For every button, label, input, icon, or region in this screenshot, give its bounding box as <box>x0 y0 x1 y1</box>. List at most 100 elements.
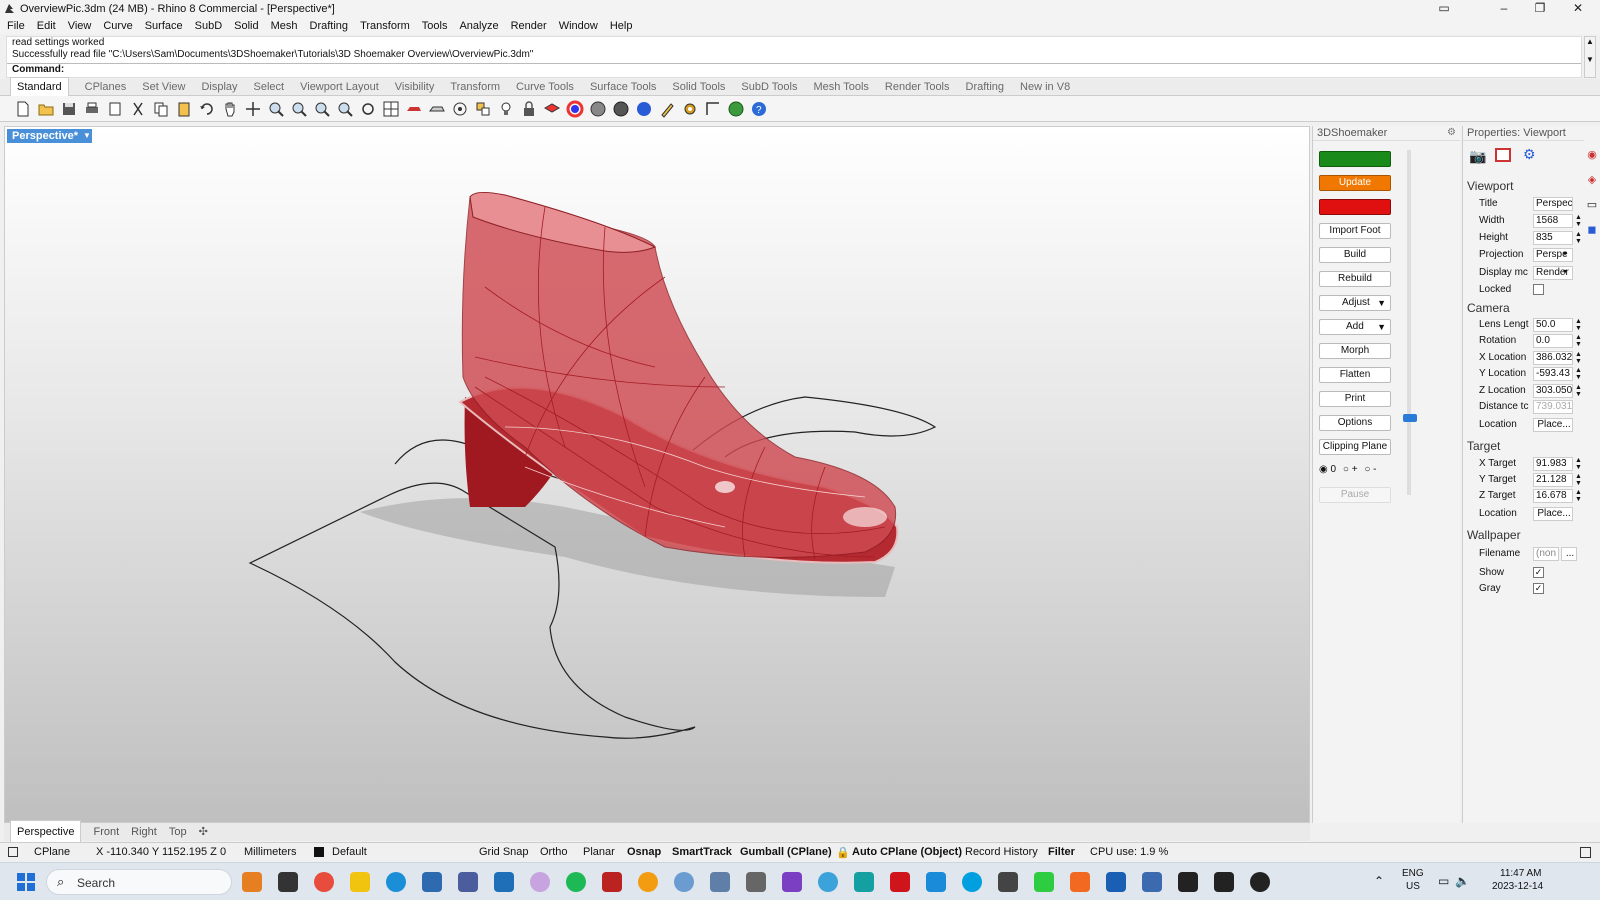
tab-drafting[interactable]: Drafting <box>966 79 1005 96</box>
prop-title-field[interactable]: Perspecti <box>1533 197 1573 211</box>
app-icon[interactable] <box>458 872 478 892</box>
xloc-spinner-icon[interactable]: ▲ ▼ <box>1575 351 1582 365</box>
y-location-field[interactable]: -593.43 <box>1533 367 1573 381</box>
menu-solid[interactable]: Solid <box>234 18 258 34</box>
tab-top[interactable]: Top <box>169 823 187 841</box>
tab-select[interactable]: Select <box>254 79 285 96</box>
scroll-handle[interactable] <box>1403 414 1417 422</box>
menu-transform[interactable]: Transform <box>360 18 410 34</box>
target-place-button[interactable]: Place... <box>1533 507 1573 521</box>
app-icon[interactable] <box>602 872 622 892</box>
edge-icon[interactable] <box>386 872 406 892</box>
help-icon[interactable]: ? <box>750 100 768 118</box>
width-spinner-icon[interactable]: ▲ ▼ <box>1575 214 1582 228</box>
app-icon[interactable] <box>854 872 874 892</box>
network-icon[interactable]: ▭ <box>1438 874 1449 888</box>
tab-perspective[interactable]: Perspective <box>10 820 82 844</box>
current-layer[interactable]: Default <box>332 846 367 858</box>
calculator-icon[interactable] <box>710 872 730 892</box>
taskbar-search[interactable]: ⌕ Search <box>46 869 232 895</box>
file-explorer-icon[interactable] <box>350 872 370 892</box>
layer-color-swatch[interactable] <box>314 847 324 857</box>
rotation-field[interactable]: 0.0 <box>1533 334 1573 348</box>
browse-button[interactable]: ... <box>1561 547 1577 561</box>
app-icon[interactable] <box>1250 872 1270 892</box>
rhino-taskbar-icon[interactable] <box>1178 872 1198 892</box>
app-icon[interactable] <box>1142 872 1162 892</box>
menu-render[interactable]: Render <box>511 18 547 34</box>
pan-hand-icon[interactable] <box>221 100 239 118</box>
language-code[interactable]: ENG <box>1402 868 1424 879</box>
rotate-view-icon[interactable] <box>244 100 262 118</box>
x-location-field[interactable]: 386.032 <box>1533 351 1573 365</box>
x-target-field[interactable]: 91.983 <box>1533 457 1573 471</box>
prop-height-field[interactable]: 835 <box>1533 231 1573 245</box>
grid-snap-toggle[interactable]: Grid Snap <box>479 846 529 858</box>
gumball-toggle[interactable]: Gumball (CPlane) <box>740 846 832 858</box>
tab-viewport-layout[interactable]: Viewport Layout <box>300 79 379 96</box>
smarttrack-toggle[interactable]: SmartTrack <box>672 846 732 858</box>
viewport-layout-icon[interactable] <box>382 100 400 118</box>
render-sphere-icon[interactable] <box>612 100 630 118</box>
windows-start-icon[interactable] <box>16 872 36 892</box>
tab-cplanes[interactable]: CPlanes <box>85 79 127 96</box>
app-icon[interactable] <box>674 872 694 892</box>
filter-toggle[interactable]: Filter <box>1048 846 1075 858</box>
prop-width-field[interactable]: 1568 <box>1533 214 1573 228</box>
acrobat-icon[interactable] <box>890 872 910 892</box>
layers-icon[interactable]: ◈ <box>1584 173 1600 186</box>
microphone-icon[interactable] <box>746 872 766 892</box>
undo-view-icon[interactable] <box>359 100 377 118</box>
snap-layout-icon[interactable]: ▭ <box>1426 0 1462 18</box>
camera-icon[interactable]: 📷 <box>1469 148 1486 165</box>
tab-transform[interactable]: Transform <box>450 79 500 96</box>
globe-icon[interactable] <box>727 100 745 118</box>
edit-button[interactable]: Edit <box>1319 151 1391 167</box>
perspective-viewport[interactable]: Perspective* ▼ <box>4 126 1310 823</box>
app-icon[interactable] <box>1106 872 1126 892</box>
cut-icon[interactable] <box>129 100 147 118</box>
command-prompt[interactable]: Command: <box>7 63 1581 76</box>
filename-field[interactable]: (non <box>1533 547 1559 561</box>
tab-mesh-tools[interactable]: Mesh Tools <box>813 79 868 96</box>
undo-icon[interactable] <box>198 100 216 118</box>
vscode-icon[interactable] <box>926 872 946 892</box>
menu-subd[interactable]: SubD <box>195 18 223 34</box>
height-spinner-icon[interactable]: ▲ ▼ <box>1575 231 1582 245</box>
lens-length-field[interactable]: 50.0 <box>1533 318 1573 332</box>
rhino-taskbar-icon[interactable] <box>1214 872 1234 892</box>
command-scrollbar[interactable]: ▲ ▼ <box>1584 36 1596 78</box>
new-file-icon[interactable] <box>14 100 32 118</box>
tab-surface-tools[interactable]: Surface Tools <box>590 79 656 96</box>
zoom-extents-icon[interactable] <box>313 100 331 118</box>
ortho-toggle[interactable]: Ortho <box>540 846 568 858</box>
skype-icon[interactable] <box>962 872 982 892</box>
auto-cplane-toggle[interactable]: Auto CPlane (Object) <box>852 846 962 858</box>
gray-checkbox[interactable]: ✓ <box>1533 583 1544 594</box>
lock-icon[interactable]: 🔒 <box>836 846 850 859</box>
show-checkbox[interactable]: ✓ <box>1533 567 1544 578</box>
options-button[interactable]: Options <box>1319 415 1391 431</box>
car-icon[interactable] <box>405 100 423 118</box>
light-bulb-icon[interactable] <box>497 100 515 118</box>
locked-checkbox[interactable] <box>1533 284 1544 295</box>
pen-icon[interactable] <box>658 100 676 118</box>
volume-icon[interactable]: 🔈 <box>1455 874 1470 888</box>
save-icon[interactable] <box>60 100 78 118</box>
tab-visibility[interactable]: Visibility <box>395 79 435 96</box>
minimize-button[interactable]: – <box>1486 0 1522 18</box>
panel-scrollbar[interactable] <box>1407 150 1411 495</box>
shoemaker-tab-icon[interactable]: ◼ <box>1584 223 1600 236</box>
osnap-toggle[interactable]: Osnap <box>627 846 661 858</box>
menu-help[interactable]: Help <box>610 18 633 34</box>
tab-subd-tools[interactable]: SubD Tools <box>741 79 797 96</box>
radio-plus[interactable]: ○ + <box>1343 464 1358 475</box>
menu-file[interactable]: File <box>7 18 25 34</box>
region-code[interactable]: US <box>1406 881 1420 892</box>
app-icon[interactable] <box>494 872 514 892</box>
widgets-icon[interactable] <box>242 872 262 892</box>
viewport-properties-icon[interactable] <box>1495 148 1511 162</box>
cplane-label[interactable]: CPlane <box>34 846 70 858</box>
chrome-icon[interactable] <box>314 872 334 892</box>
display-icon[interactable]: ▭ <box>1584 198 1600 211</box>
